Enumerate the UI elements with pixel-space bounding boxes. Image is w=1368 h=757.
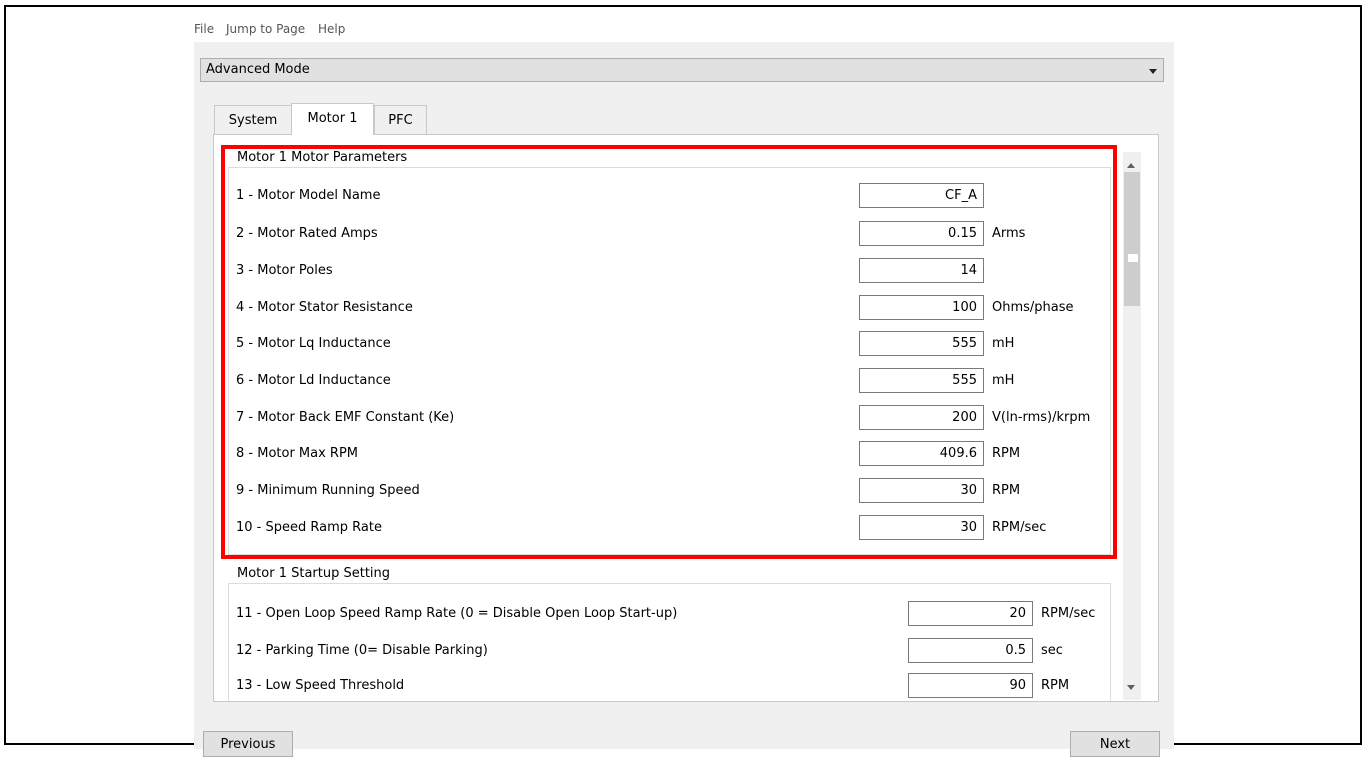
- param-field-13[interactable]: 90: [908, 673, 1033, 698]
- param-unit-2: Arms: [992, 226, 1026, 241]
- group-title-motor-parameters: Motor 1 Motor Parameters: [234, 150, 411, 165]
- param-label-2: 2 - Motor Rated Amps: [236, 226, 378, 241]
- menu-jump-to-page[interactable]: Jump to Page: [226, 22, 305, 36]
- param-unit-9: RPM: [992, 483, 1021, 498]
- param-field-1[interactable]: CF_A: [859, 183, 984, 208]
- param-field-5[interactable]: 555: [859, 331, 984, 356]
- param-field-12[interactable]: 0.5: [908, 638, 1033, 663]
- scroll-down-icon[interactable]: [1127, 685, 1135, 690]
- menu-help[interactable]: Help: [318, 22, 345, 36]
- param-field-6[interactable]: 555: [859, 368, 984, 393]
- param-unit-4: Ohms/phase: [992, 300, 1074, 315]
- param-field-11[interactable]: 20: [908, 601, 1033, 626]
- param-unit-13: RPM: [1041, 678, 1070, 693]
- param-unit-5: mH: [992, 336, 1015, 351]
- mode-dropdown[interactable]: Advanced Mode: [200, 58, 1164, 82]
- next-button[interactable]: Next: [1070, 731, 1160, 757]
- app-window: File Jump to Page Help Advanced Mode Sys…: [194, 16, 1174, 757]
- param-label-1: 1 - Motor Model Name: [236, 188, 381, 203]
- scroll-thumb[interactable]: [1124, 172, 1140, 306]
- param-field-7[interactable]: 200: [859, 405, 984, 430]
- param-field-2[interactable]: 0.15: [859, 221, 984, 246]
- mode-dropdown-value: Advanced Mode: [206, 62, 310, 77]
- group-title-startup-setting: Motor 1 Startup Setting: [234, 566, 394, 581]
- param-label-9: 9 - Minimum Running Speed: [236, 483, 420, 498]
- chevron-down-icon: [1149, 69, 1157, 74]
- menu-file[interactable]: File: [194, 22, 214, 36]
- param-field-8[interactable]: 409.6: [859, 441, 984, 466]
- param-unit-11: RPM/sec: [1041, 606, 1096, 621]
- param-label-4: 4 - Motor Stator Resistance: [236, 300, 413, 315]
- previous-button[interactable]: Previous: [203, 731, 293, 757]
- tab-motor-1[interactable]: Motor 1: [291, 103, 374, 135]
- param-unit-8: RPM: [992, 446, 1021, 461]
- menu-bar: File Jump to Page Help: [194, 16, 1174, 42]
- tab-system[interactable]: System: [214, 105, 292, 135]
- param-label-7: 7 - Motor Back EMF Constant (Ke): [236, 410, 455, 425]
- param-label-12: 12 - Parking Time (0= Disable Parking): [236, 643, 488, 658]
- param-label-10: 10 - Speed Ramp Rate: [236, 520, 382, 535]
- param-label-3: 3 - Motor Poles: [236, 263, 333, 278]
- param-label-8: 8 - Motor Max RPM: [236, 446, 359, 461]
- param-label-5: 5 - Motor Lq Inductance: [236, 336, 391, 351]
- param-unit-10: RPM/sec: [992, 520, 1047, 535]
- param-unit-7: V(ln-rms)/krpm: [992, 410, 1091, 425]
- param-field-9[interactable]: 30: [859, 478, 984, 503]
- param-label-13: 13 - Low Speed Threshold: [236, 678, 405, 693]
- tab-pfc[interactable]: PFC: [374, 105, 427, 135]
- param-unit-12: sec: [1041, 643, 1063, 658]
- param-field-4[interactable]: 100: [859, 295, 984, 320]
- param-unit-6: mH: [992, 373, 1015, 388]
- scroll-up-icon[interactable]: [1127, 163, 1135, 168]
- param-field-3[interactable]: 14: [859, 258, 984, 283]
- param-label-11: 11 - Open Loop Speed Ramp Rate (0 = Disa…: [236, 606, 678, 621]
- param-label-6: 6 - Motor Ld Inductance: [236, 373, 391, 388]
- param-field-10[interactable]: 30: [859, 515, 984, 540]
- vertical-scrollbar[interactable]: [1123, 152, 1141, 700]
